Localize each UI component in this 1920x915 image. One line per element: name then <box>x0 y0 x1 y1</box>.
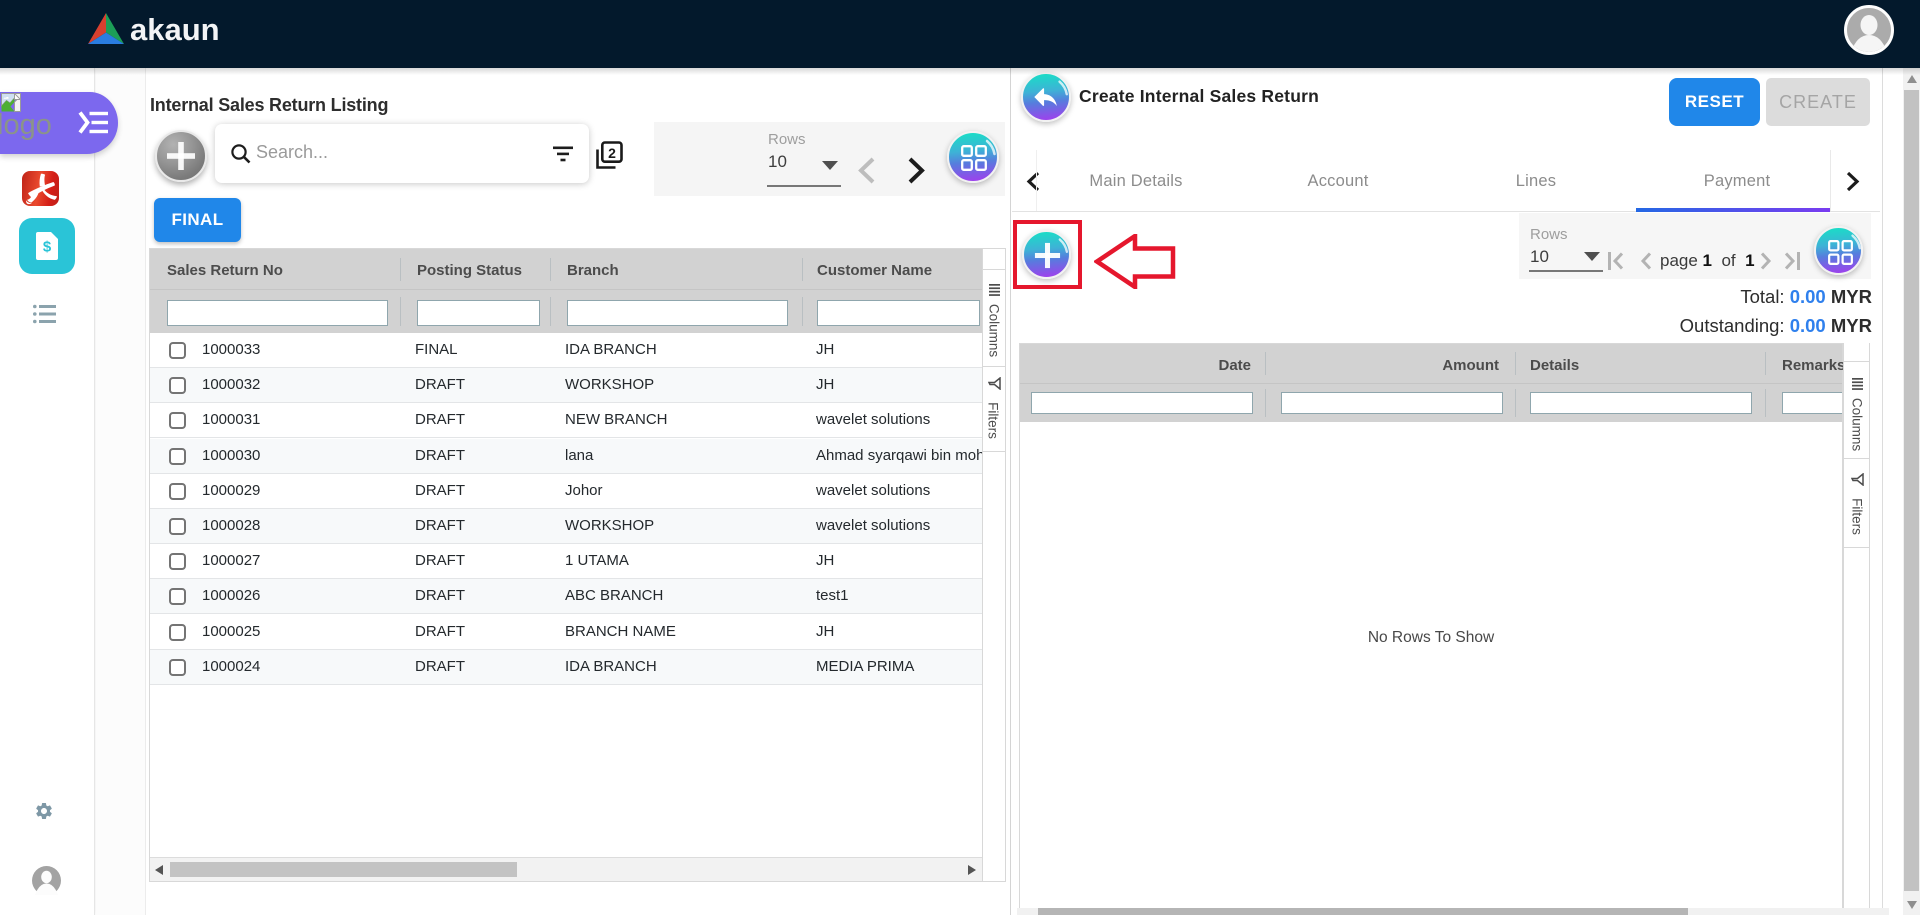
svg-text:2: 2 <box>608 145 616 161</box>
svg-text:$: $ <box>43 239 52 256</box>
